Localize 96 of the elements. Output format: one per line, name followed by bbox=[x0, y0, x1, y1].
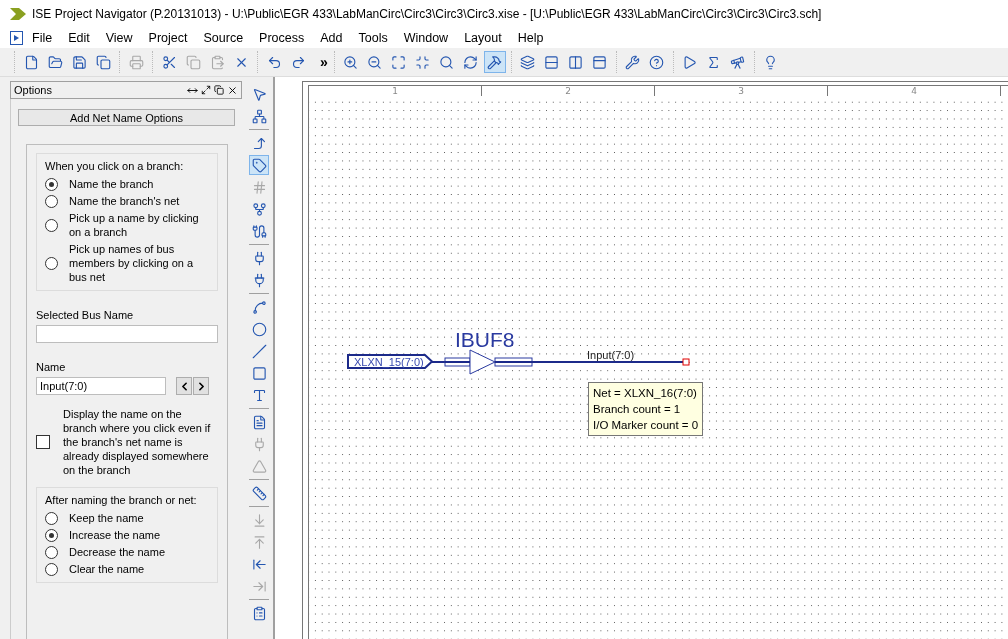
zoom-in-icon bbox=[343, 54, 359, 70]
tile-horizontal-icon bbox=[544, 54, 560, 70]
add-net-name-options-button[interactable]: Add Net Name Options bbox=[18, 109, 235, 126]
net-label: Input(7:0) bbox=[587, 349, 635, 361]
zoom-out-icon bbox=[367, 54, 383, 70]
symbol-icon bbox=[251, 414, 267, 430]
tooltip-line: Branch count = 1 bbox=[593, 402, 682, 417]
menu-item[interactable]: View bbox=[98, 31, 140, 45]
open-folder-icon bbox=[47, 54, 63, 70]
panel-title: Options bbox=[14, 84, 52, 96]
zoom-full-icon bbox=[415, 54, 431, 70]
ruler-label: 1 bbox=[309, 86, 482, 96]
redo-icon bbox=[290, 54, 306, 70]
save-icon bbox=[71, 54, 87, 70]
menu-item[interactable]: Add bbox=[313, 31, 350, 45]
menu-item[interactable]: File bbox=[25, 31, 60, 45]
close-icon[interactable] bbox=[227, 84, 238, 96]
window-icon bbox=[592, 54, 608, 70]
window-title: ISE Project Navigator (P.20131013) - U:\Public\EGR 433\LabManCirc\Circ3\Circ3\Circ3.xise - [U:\Public\EGR 433\LabManCirc\Circ3\Circ3\Circ3.sch] bbox=[32, 7, 822, 21]
zoom-select-icon bbox=[439, 54, 455, 70]
bus-wire[interactable] bbox=[444, 361, 471, 363]
checkbox[interactable] bbox=[36, 435, 50, 449]
radio-label: Name the branch's net bbox=[69, 194, 180, 208]
menu-item[interactable]: Help bbox=[510, 31, 551, 45]
menu-item[interactable]: Layout bbox=[457, 31, 509, 45]
save-all-icon bbox=[95, 54, 111, 70]
radio-button[interactable] bbox=[45, 528, 58, 542]
menu-item[interactable]: Process bbox=[252, 31, 312, 45]
clipboard-icon bbox=[251, 605, 267, 621]
toolbar-overflow-button[interactable]: » bbox=[314, 54, 334, 70]
tooltip-line: I/O Marker count = 0 bbox=[593, 418, 699, 433]
new-file-icon bbox=[23, 54, 39, 70]
tile-vertical-icon bbox=[568, 54, 584, 70]
group-heading: After naming the branch or net: bbox=[45, 494, 198, 506]
net-icon bbox=[251, 108, 267, 124]
wrench-icon bbox=[625, 54, 641, 70]
field-label: Selected Bus Name bbox=[36, 309, 135, 321]
menu-item[interactable]: Window bbox=[396, 31, 456, 45]
arc-icon bbox=[251, 299, 267, 315]
group-heading: When you click on a branch: bbox=[45, 160, 185, 172]
line-icon bbox=[251, 343, 267, 359]
run-icon bbox=[682, 54, 698, 70]
radio-button[interactable] bbox=[45, 194, 58, 208]
zoom-fit-icon bbox=[391, 54, 407, 70]
selected-bus-name-field[interactable] bbox=[36, 325, 218, 343]
menu-item[interactable]: Edit bbox=[61, 31, 97, 45]
maximize-icon[interactable] bbox=[201, 85, 211, 95]
menu-item[interactable]: Project bbox=[141, 31, 195, 45]
radio-label: Pick up names of bus members by clicking on a bus net bbox=[69, 242, 195, 284]
cascade-icon bbox=[520, 54, 536, 70]
ruler-label: 4 bbox=[828, 86, 1001, 96]
copy-icon bbox=[185, 54, 201, 70]
menu-item[interactable]: Tools bbox=[351, 31, 395, 45]
symbol-name: IBUF8 bbox=[455, 328, 515, 351]
wire-endpoint[interactable] bbox=[682, 358, 690, 366]
hammer-icon bbox=[487, 54, 503, 70]
ruler-label: 3 bbox=[655, 86, 828, 96]
radio-label: Increase the name bbox=[69, 528, 161, 542]
hammer-button[interactable] bbox=[483, 51, 506, 73]
undo-icon bbox=[266, 54, 282, 70]
refresh-icon bbox=[463, 54, 479, 70]
radio-label: Decrease the name bbox=[69, 545, 165, 559]
restore-icon[interactable] bbox=[214, 85, 224, 95]
next-button[interactable] bbox=[193, 377, 209, 395]
radio-label: Keep the name bbox=[69, 511, 144, 525]
radio-button[interactable] bbox=[45, 562, 58, 576]
radio-button[interactable] bbox=[45, 256, 58, 270]
radio-label: Clear the name bbox=[69, 562, 145, 576]
bus-tap-icon bbox=[251, 201, 267, 217]
radio-button[interactable] bbox=[45, 177, 58, 191]
print-icon bbox=[128, 54, 144, 70]
triangle-icon bbox=[251, 458, 267, 474]
ruler-icon bbox=[251, 485, 267, 501]
menu-item[interactable]: Source bbox=[196, 31, 251, 45]
paste-icon bbox=[209, 54, 225, 70]
field-label: Name bbox=[36, 361, 67, 373]
tooltip-line: Net = XLXN_16(7:0) bbox=[593, 386, 698, 401]
text-icon bbox=[251, 387, 267, 403]
telescope-icon bbox=[730, 54, 746, 70]
radio-button[interactable] bbox=[45, 218, 58, 232]
name-field[interactable]: Input(7:0) bbox=[36, 377, 166, 395]
app-logo-icon bbox=[10, 8, 26, 20]
radio-label: Pick up a name by clicking on a branch bbox=[69, 211, 200, 239]
pointer-icon bbox=[251, 86, 267, 102]
buffer-symbol[interactable] bbox=[444, 349, 533, 375]
rectangle-icon bbox=[251, 365, 267, 381]
checkbox-label: Display the name on the branch where you click even if the branch's net name is already displayed somewhere on the branch bbox=[63, 407, 212, 477]
help-icon bbox=[649, 54, 665, 70]
previous-button[interactable] bbox=[176, 377, 192, 395]
document-icon bbox=[10, 31, 23, 45]
radio-button[interactable] bbox=[45, 545, 58, 559]
radio-button[interactable] bbox=[45, 511, 58, 525]
radio-label: Name the branch bbox=[69, 177, 154, 191]
ruler-label: 2 bbox=[482, 86, 655, 96]
circle-icon bbox=[251, 321, 267, 337]
cut-icon bbox=[161, 54, 177, 70]
